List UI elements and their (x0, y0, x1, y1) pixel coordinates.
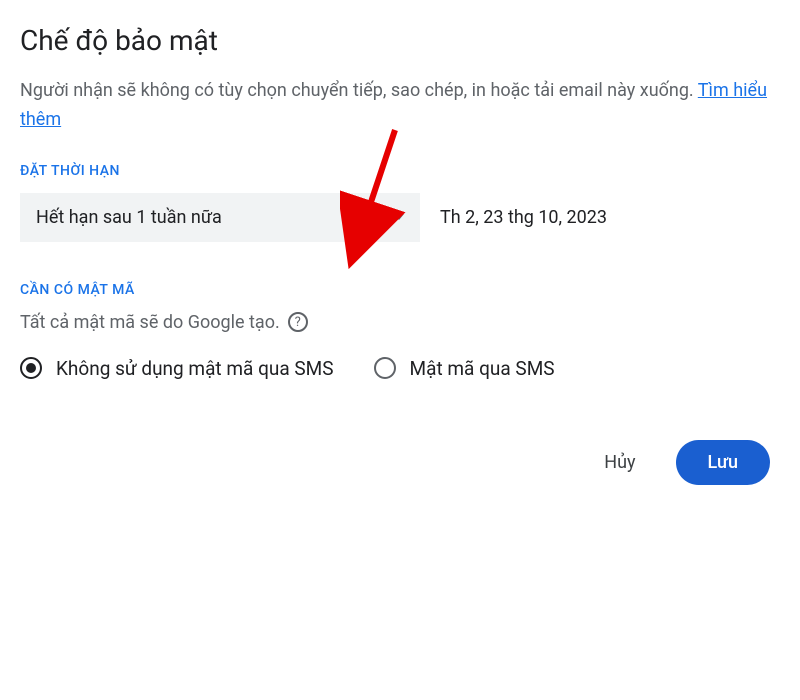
passcode-description: Tất cả mật mã sẽ do Google tạo. (20, 312, 280, 333)
chevron-down-icon (394, 214, 404, 220)
expiry-dropdown[interactable]: Hết hạn sau 1 tuần nữa (20, 193, 420, 242)
radio-sms[interactable]: Mật mã qua SMS (374, 357, 555, 380)
radio-icon (374, 357, 396, 379)
dialog-description: Người nhận sẽ không có tùy chọn chuyển t… (20, 77, 780, 135)
dialog-title: Chế độ bảo mật (20, 24, 780, 57)
expiry-section-label: ĐẶT THỜI HẠN (20, 163, 780, 179)
passcode-section-label: CẦN CÓ MẬT MÃ (20, 282, 780, 298)
radio-dot-icon (26, 363, 36, 373)
description-text: Người nhận sẽ không có tùy chọn chuyển t… (20, 80, 698, 101)
button-row: Hủy Lưu (20, 440, 780, 485)
expiry-date: Th 2, 23 thg 10, 2023 (440, 207, 607, 228)
passcode-radio-group: Không sử dụng mật mã qua SMS Mật mã qua … (20, 357, 780, 380)
help-icon[interactable]: ? (288, 312, 308, 332)
expiry-row: Hết hạn sau 1 tuần nữa Th 2, 23 thg 10, … (20, 193, 780, 242)
passcode-description-row: Tất cả mật mã sẽ do Google tạo. ? (20, 312, 780, 333)
dropdown-value: Hết hạn sau 1 tuần nữa (36, 207, 222, 228)
radio-no-sms[interactable]: Không sử dụng mật mã qua SMS (20, 357, 334, 380)
radio-no-sms-label: Không sử dụng mật mã qua SMS (56, 357, 334, 380)
save-button[interactable]: Lưu (676, 440, 770, 485)
cancel-button[interactable]: Hủy (584, 442, 655, 483)
radio-sms-label: Mật mã qua SMS (410, 357, 555, 380)
radio-icon (20, 357, 42, 379)
